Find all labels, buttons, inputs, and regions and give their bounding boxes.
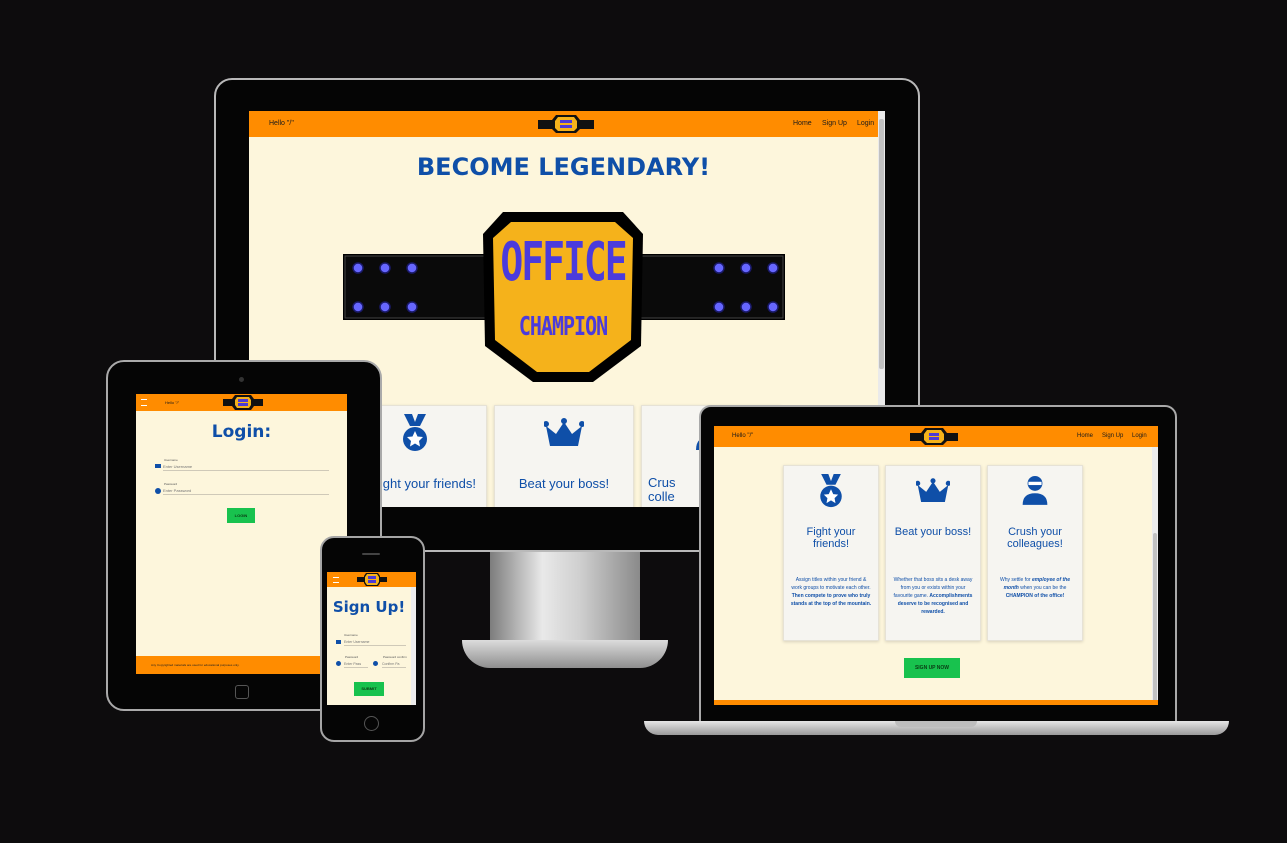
phone-confirm-label: Password confirm xyxy=(383,655,407,659)
laptop-card-boss: Beat your boss! Whether that boss sits a… xyxy=(885,465,981,641)
laptop-nav-login[interactable]: Login xyxy=(1132,433,1147,439)
laptop-nav-greeting: Hello "/" xyxy=(732,433,754,439)
tablet-navbar: Hello "/" xyxy=(136,394,347,411)
laptop-card-fight-text: Assign titles within your friend & work … xyxy=(790,577,872,607)
tablet-nav-greeting: Hello "/" xyxy=(165,400,180,405)
monitor-stand-neck xyxy=(490,545,640,655)
desktop-card-boss-title: Beat your boss! xyxy=(518,476,610,491)
laptop-nav-home[interactable]: Home xyxy=(1077,433,1093,439)
phone-screen: Sign Up! Username Password Password conf… xyxy=(327,572,416,705)
tablet-footer: Any Copyrighted materials are used for e… xyxy=(136,656,347,674)
desktop-card-crush-title: Crus colle xyxy=(648,475,676,504)
phone-password-input[interactable] xyxy=(344,660,368,668)
phone-home-button[interactable] xyxy=(364,716,379,731)
phone-username-label: Username xyxy=(344,633,358,637)
medal-icon xyxy=(820,474,842,508)
desktop-card-boss: Beat your boss! xyxy=(494,405,634,507)
phone-navbar xyxy=(327,572,416,587)
ninja-icon xyxy=(1022,476,1048,505)
tablet-password-input[interactable] xyxy=(163,486,329,495)
championship-belt-logo: OFFICE CHAMPION xyxy=(343,206,785,384)
desktop-navbar: Hello "/" Home Sign Up Login xyxy=(249,111,885,137)
hamburger-menu-icon[interactable] xyxy=(141,399,147,406)
laptop-card-fight: Fight your friends! Assign titles within… xyxy=(783,465,879,641)
laptop-nav-logo[interactable] xyxy=(910,428,958,445)
phone-username-input[interactable] xyxy=(344,638,406,646)
crown-icon xyxy=(544,418,584,446)
signup-now-button[interactable]: SIGN UP NOW xyxy=(904,658,960,678)
laptop-scrollbar[interactable] xyxy=(1152,447,1158,705)
laptop-card-boss-title: Beat your boss! xyxy=(894,526,972,538)
tablet-login-button[interactable]: LOGIN xyxy=(227,508,255,523)
laptop-footer-strip xyxy=(714,700,1158,705)
phone-envelope-icon xyxy=(336,640,341,644)
tablet-footer-text: Any Copyrighted materials are used for e… xyxy=(151,663,240,667)
tablet-home-button[interactable] xyxy=(235,685,249,699)
laptop-notch xyxy=(895,721,977,727)
phone-hamburger-menu-icon[interactable] xyxy=(333,577,339,583)
laptop-card-fight-title: Fight your friends! xyxy=(806,526,856,550)
laptop-card-boss-text: Whether that boss sits a desk away from … xyxy=(893,577,973,615)
nav-signup[interactable]: Sign Up xyxy=(822,120,847,127)
laptop-card-crush-title: Crush your colleagues! xyxy=(1007,526,1063,550)
tablet-camera xyxy=(239,377,244,382)
nav-home[interactable]: Home xyxy=(793,120,812,127)
tablet-username-input[interactable] xyxy=(163,462,329,471)
phone-key-icon-2 xyxy=(373,661,378,666)
belt-text-bottom: CHAMPION xyxy=(518,310,608,342)
laptop-card-crush: Crush your colleagues! Why settle for em… xyxy=(987,465,1083,641)
phone-confirm-input[interactable] xyxy=(382,660,406,668)
laptop-navbar: Hello "/" Home Sign Up Login xyxy=(714,426,1158,447)
key-icon xyxy=(155,488,161,494)
nav-logo[interactable] xyxy=(538,114,594,134)
phone-submit-button[interactable]: SUBMIT xyxy=(354,682,384,696)
laptop-screen: Hello "/" Home Sign Up Login Fight your … xyxy=(714,426,1158,705)
phone-key-icon xyxy=(336,661,341,666)
hero-title: BECOME LEGENDARY! xyxy=(416,153,711,181)
monitor-stand-base xyxy=(462,640,668,668)
phone-signup-title: Sign Up! xyxy=(332,598,406,616)
nav-login[interactable]: Login xyxy=(857,120,874,127)
phone-scrollbar[interactable] xyxy=(411,587,416,705)
nav-greeting: Hello "/" xyxy=(269,120,294,127)
envelope-icon xyxy=(155,464,161,468)
phone-nav-logo[interactable] xyxy=(357,573,387,586)
crown-icon xyxy=(916,478,950,503)
tablet-nav-logo[interactable] xyxy=(223,395,263,410)
laptop-nav-signup[interactable]: Sign Up xyxy=(1102,433,1123,439)
phone-password-label: Password xyxy=(345,655,359,659)
medal-icon xyxy=(403,414,427,451)
phone-speaker xyxy=(362,553,380,555)
tablet-screen: Hello "/" Login: Username Password LOGIN… xyxy=(136,394,347,674)
belt-text-top: OFFICE xyxy=(500,231,627,293)
laptop-card-crush-text: Why settle for employee of the month whe… xyxy=(999,577,1071,599)
tablet-login-title: Login: xyxy=(211,422,272,442)
